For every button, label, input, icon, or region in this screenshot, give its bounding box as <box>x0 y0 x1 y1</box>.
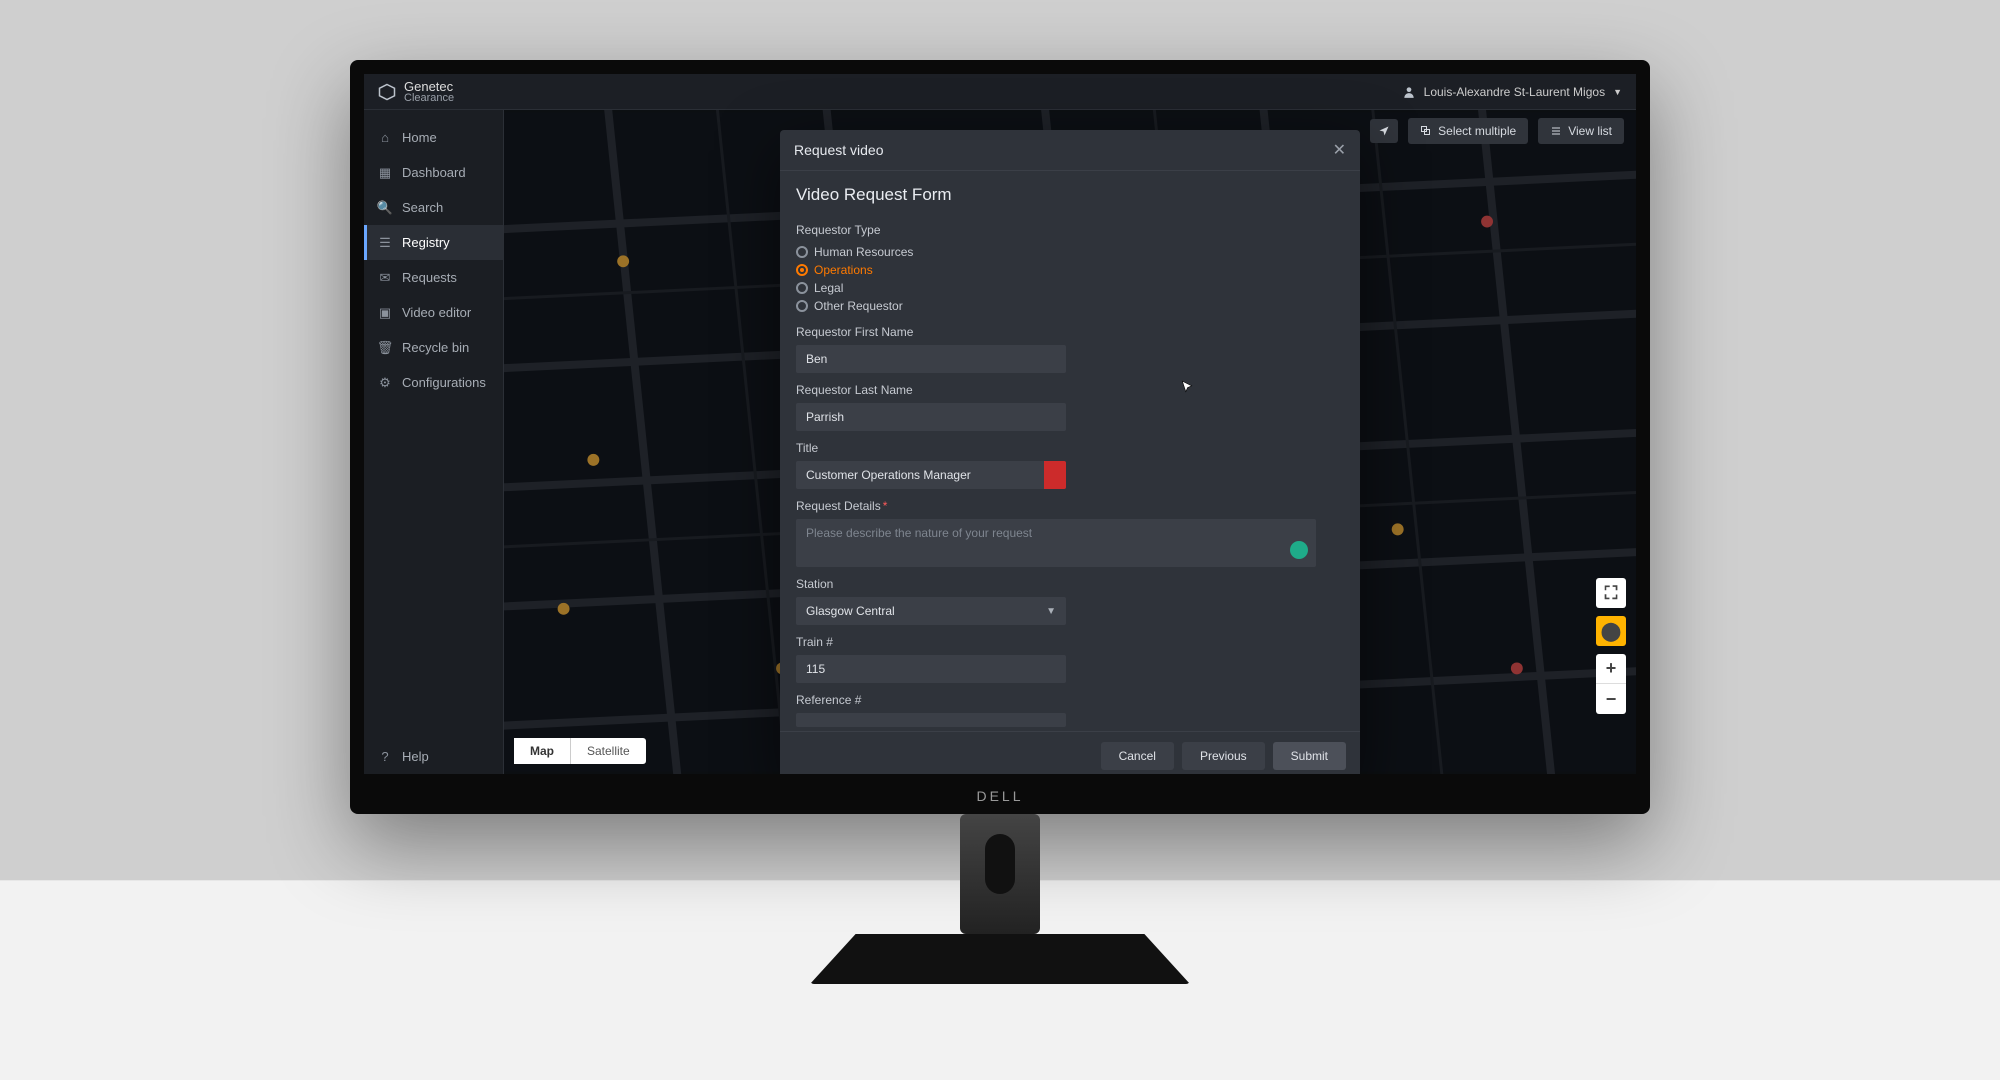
label-title: Title <box>796 441 1344 455</box>
sidebar: ⌂ Home ▦ Dashboard 🔍 Search ☰ Registry <box>364 110 504 774</box>
radio-legal[interactable]: Legal <box>796 279 1344 297</box>
main-area: Select multiple View list Map Satellite <box>504 110 1636 774</box>
sidebar-item-label: Help <box>402 749 429 764</box>
chevron-down-icon: ▼ <box>1613 87 1622 97</box>
radio-human-resources[interactable]: Human Resources <box>796 243 1344 261</box>
sidebar-item-label: Registry <box>402 235 450 250</box>
sidebar-item-search[interactable]: 🔍 Search <box>364 190 503 225</box>
submit-button[interactable]: Submit <box>1273 742 1346 770</box>
label-train: Train # <box>796 635 1344 649</box>
sidebar-item-configurations[interactable]: ⚙ Configurations <box>364 365 503 400</box>
logo-icon <box>378 83 396 101</box>
radio-other-requestor[interactable]: Other Requestor <box>796 297 1344 315</box>
previous-button[interactable]: Previous <box>1182 742 1265 770</box>
train-input[interactable]: 115 <box>796 655 1066 683</box>
first-name-input[interactable]: Ben <box>796 345 1066 373</box>
location-arrow-icon <box>1378 125 1390 137</box>
label-first-name: Requestor First Name <box>796 325 1344 339</box>
station-select[interactable]: Glasgow Central ▼ <box>796 597 1066 625</box>
map-select-multiple-label: Select multiple <box>1438 124 1516 138</box>
gear-icon: ⚙ <box>378 376 392 390</box>
modal-header: Request video ✕ <box>780 130 1360 171</box>
list-icon <box>1550 125 1562 137</box>
map-fullscreen-button[interactable]: ⛶ <box>1596 578 1626 608</box>
modal-body: Video Request Form Requestor Type Human … <box>780 171 1360 731</box>
dashboard-icon: ▦ <box>378 166 392 180</box>
label-last-name: Requestor Last Name <box>796 383 1344 397</box>
topbar: Genetec Clearance Louis-Alexandre St-Lau… <box>364 74 1636 110</box>
map-select-multiple-button[interactable]: Select multiple <box>1408 118 1528 144</box>
map-zoom-out-button[interactable]: − <box>1596 684 1626 714</box>
map-view-list-button[interactable]: View list <box>1538 118 1624 144</box>
sidebar-item-label: Home <box>402 130 437 145</box>
sidebar-item-recycle-bin[interactable]: 🗑 Recycle bin <box>364 330 503 365</box>
cancel-button[interactable]: Cancel <box>1101 742 1174 770</box>
user-icon <box>1402 85 1416 99</box>
sidebar-item-label: Recycle bin <box>402 340 469 355</box>
last-name-input[interactable]: Parrish <box>796 403 1066 431</box>
request-video-modal: Request video ✕ Video Request Form Reque… <box>780 130 1360 774</box>
station-value: Glasgow Central <box>806 604 895 618</box>
sidebar-item-label: Requests <box>402 270 457 285</box>
grammar-check-icon <box>1290 541 1308 559</box>
sidebar-item-dashboard[interactable]: ▦ Dashboard <box>364 155 503 190</box>
map-type-satellite[interactable]: Satellite <box>571 738 646 764</box>
label-station: Station <box>796 577 1344 591</box>
video-icon: ▣ <box>378 306 392 320</box>
sidebar-item-label: Video editor <box>402 305 471 320</box>
modal-footer: Cancel Previous Submit <box>780 731 1360 774</box>
map-view-list-label: View list <box>1568 124 1612 138</box>
modal-title: Request video <box>794 142 884 158</box>
label-request-details: Request Details* <box>796 499 1344 513</box>
map-zoom-in-button[interactable]: + <box>1596 654 1626 684</box>
app-screen: Genetec Clearance Louis-Alexandre St-Lau… <box>364 74 1636 774</box>
sidebar-item-requests[interactable]: ✉ Requests <box>364 260 503 295</box>
request-details-textarea[interactable]: Please describe the nature of your reque… <box>796 519 1316 567</box>
radio-operations[interactable]: Operations <box>796 261 1344 279</box>
label-reference: Reference # <box>796 693 1344 707</box>
map-side-controls: ⛶ ⬤ + − <box>1596 578 1626 714</box>
sidebar-item-video-editor[interactable]: ▣ Video editor <box>364 295 503 330</box>
monitor-brand: DELL <box>976 788 1023 804</box>
map-toolbar: Select multiple View list <box>1370 118 1624 144</box>
sidebar-item-help[interactable]: ? Help <box>364 739 503 774</box>
map-locate-button[interactable] <box>1370 119 1398 143</box>
sidebar-item-label: Configurations <box>402 375 486 390</box>
brand-top: Genetec <box>404 80 454 93</box>
map-pegman-button[interactable]: ⬤ <box>1596 616 1626 646</box>
brand-sub: Clearance <box>404 93 454 104</box>
title-flag-icon <box>1044 461 1066 489</box>
reference-input[interactable] <box>796 713 1066 727</box>
app-logo: Genetec Clearance <box>378 80 454 104</box>
label-requestor-type: Requestor Type <box>796 223 1344 237</box>
home-icon: ⌂ <box>378 131 392 145</box>
title-input[interactable]: Customer Operations Manager <box>796 461 1066 489</box>
form-title: Video Request Form <box>796 185 1344 205</box>
chevron-down-icon: ▼ <box>1046 606 1056 617</box>
user-name: Louis-Alexandre St-Laurent Migos <box>1424 85 1605 99</box>
sidebar-item-registry[interactable]: ☰ Registry <box>364 225 503 260</box>
search-icon: 🔍 <box>378 201 392 215</box>
sidebar-item-label: Dashboard <box>402 165 466 180</box>
map-type-switch: Map Satellite <box>514 738 646 764</box>
modal-close-button[interactable]: ✕ <box>1333 140 1346 160</box>
help-icon: ? <box>378 750 392 764</box>
trash-icon: 🗑 <box>378 341 392 355</box>
requestor-type-group: Human Resources Operations Legal Other R… <box>796 243 1344 315</box>
cursor-icon <box>1180 380 1194 394</box>
registry-icon: ☰ <box>378 236 392 250</box>
sidebar-item-label: Search <box>402 200 443 215</box>
select-multiple-icon <box>1420 125 1432 137</box>
map-type-map[interactable]: Map <box>514 738 571 764</box>
sidebar-item-home[interactable]: ⌂ Home <box>364 120 503 155</box>
requests-icon: ✉ <box>378 271 392 285</box>
user-menu[interactable]: Louis-Alexandre St-Laurent Migos ▼ <box>1402 85 1622 99</box>
